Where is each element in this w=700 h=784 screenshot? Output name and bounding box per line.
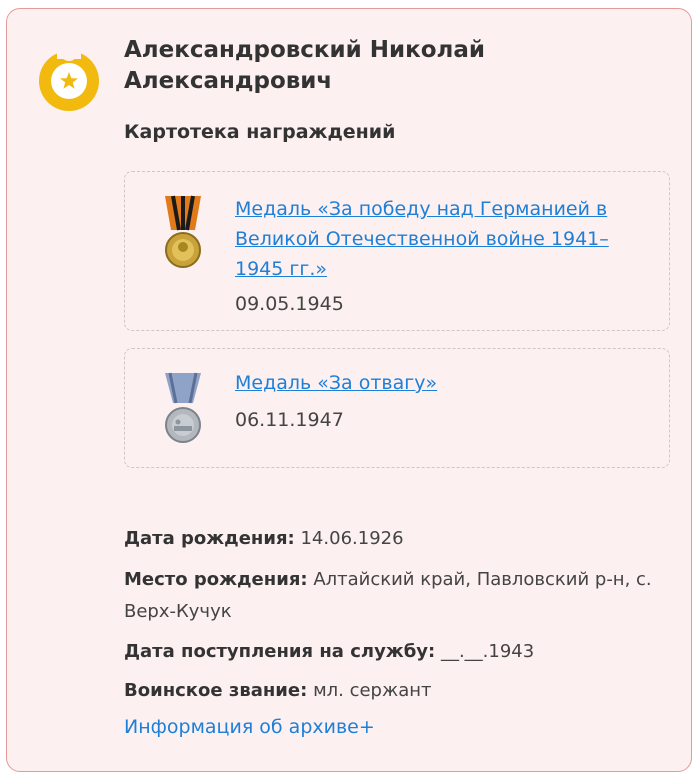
courage-medal-icon <box>165 372 201 443</box>
birth-date-label: Дата рождения: <box>124 528 295 549</box>
awards-section-title: Картотека награждений <box>124 121 396 143</box>
medal-badge-icon <box>39 43 99 111</box>
birth-place-row: Место рождения: Алтайский край, Павловск… <box>124 564 674 628</box>
service-date-row: Дата поступления на службу: __.__.1943 <box>124 636 684 668</box>
birth-date-row: Дата рождения: 14.06.1926 <box>124 523 684 555</box>
archive-info-link[interactable]: Информация об архиве+ <box>124 712 375 742</box>
award-item: Медаль «За отвагу» 06.11.1947 <box>124 348 670 468</box>
award-card: Александровский Николай Александрович Ка… <box>6 8 692 772</box>
victory-medal-icon <box>165 195 201 268</box>
person-name: Александровский Николай Александрович <box>124 37 486 94</box>
birth-place-label: Место рождения: <box>124 569 308 590</box>
birth-date-value: 14.06.1926 <box>300 528 404 549</box>
award-link[interactable]: Медаль «За отвагу» <box>235 368 635 398</box>
rank-row: Воинское звание: мл. сержант <box>124 675 684 707</box>
rank-value: мл. сержант <box>313 680 432 701</box>
award-date: 06.11.1947 <box>235 409 344 431</box>
service-date-label: Дата поступления на службу: <box>124 641 436 662</box>
award-date: 09.05.1945 <box>235 293 344 315</box>
award-item: Медаль «За победу над Германией в Велико… <box>124 171 670 331</box>
rank-label: Воинское звание: <box>124 680 308 701</box>
award-link[interactable]: Медаль «За победу над Германией в Велико… <box>235 194 635 284</box>
service-date-value: __.__.1943 <box>440 641 535 662</box>
